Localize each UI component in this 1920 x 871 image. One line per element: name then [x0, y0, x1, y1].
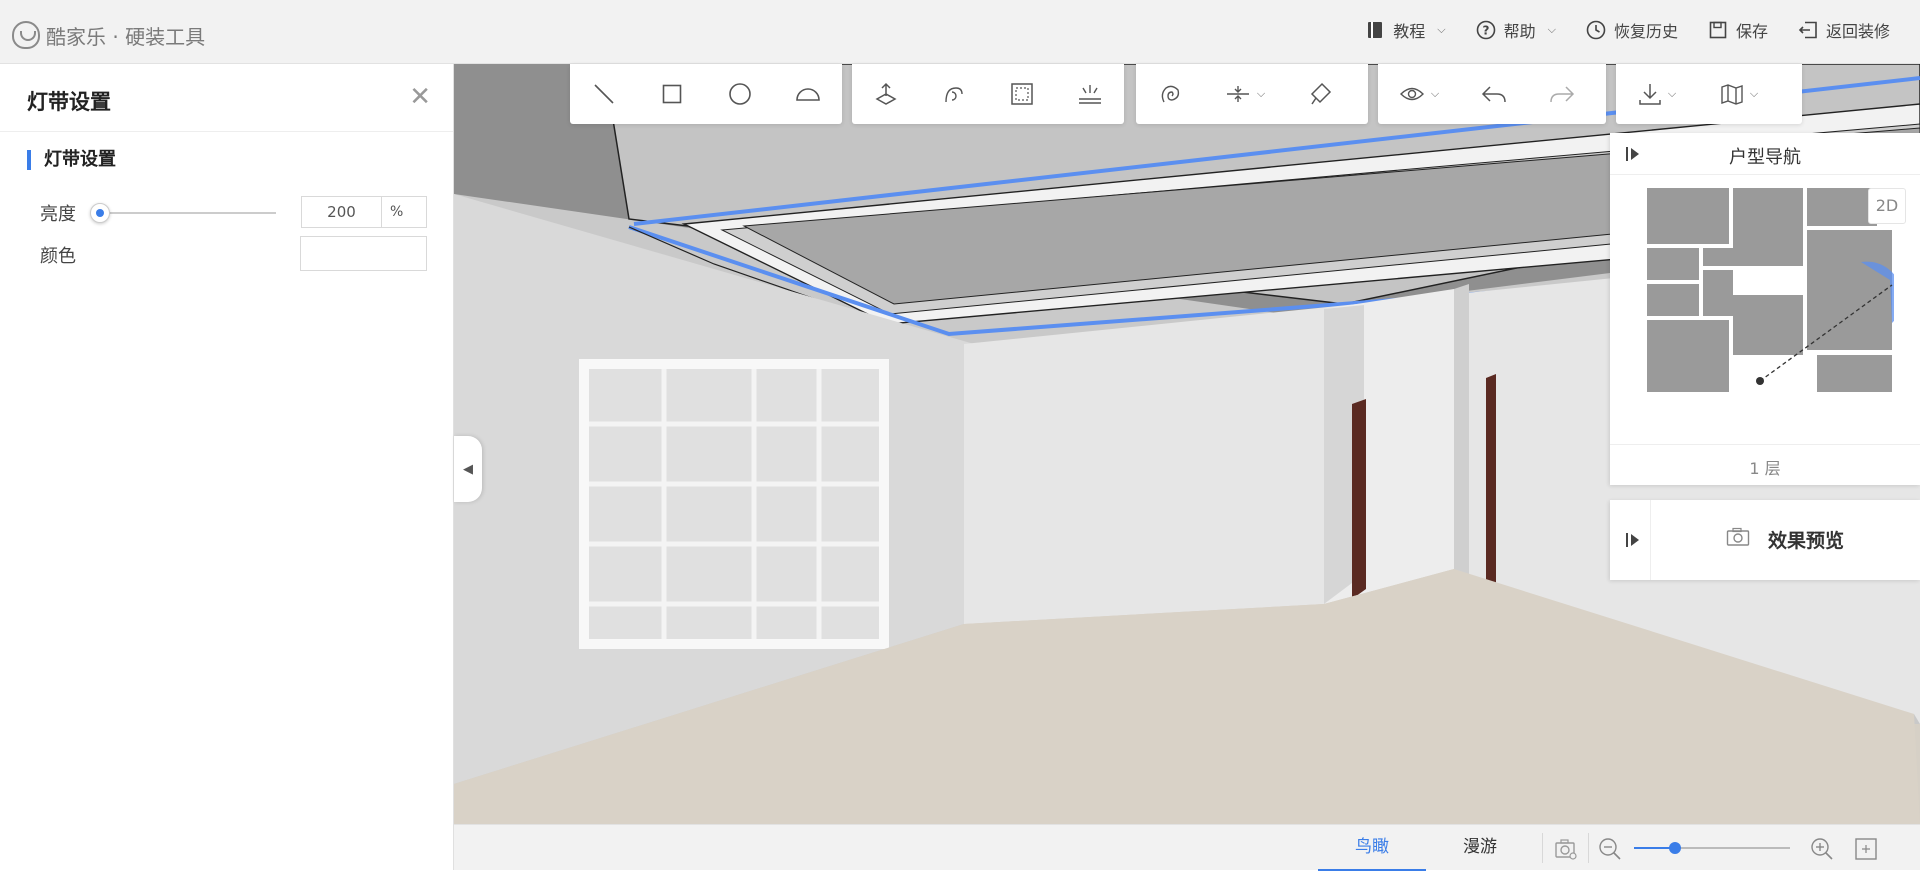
bottom-bar: 鸟瞰 漫游 [454, 824, 1920, 871]
chevron-down-icon: ⌵ [1437, 23, 1446, 36]
return-decoration-label: 返回装修 [1825, 22, 1890, 41]
restore-history-button[interactable]: 恢复历史 [1586, 18, 1678, 42]
zoom-slider-handle[interactable] [1668, 842, 1681, 854]
view-eye-icon[interactable]: ⌵ [1378, 64, 1460, 124]
camera-settings-icon[interactable] [1554, 837, 1578, 861]
panel-title: 灯带设置 [27, 90, 111, 114]
align-level-icon[interactable]: ⌵ [1204, 64, 1286, 124]
select-frame-icon[interactable] [988, 64, 1056, 124]
map-icon[interactable]: ⌵ [1698, 64, 1780, 124]
app-title: 酷家乐 · 硬装工具 [46, 24, 206, 49]
book-icon [1365, 20, 1385, 40]
toolbar-group-view: ⌵ [1378, 64, 1606, 124]
toolbar-group-edit [852, 64, 1124, 124]
brightness-value[interactable]: 200 [302, 197, 382, 227]
brightness-unit: % [390, 204, 404, 220]
brightness-input[interactable]: 200 % [301, 196, 427, 228]
brightness-slider-handle[interactable] [90, 203, 110, 223]
divider [1542, 833, 1543, 863]
chevron-down-icon: ⌵ [1749, 87, 1759, 100]
svg-text:?: ? [1482, 24, 1489, 38]
panel-header: 灯带设置 ✕ [0, 64, 453, 132]
extrude-icon[interactable] [852, 64, 920, 124]
effect-preview-label: 效果预览 [1768, 530, 1845, 552]
save-label: 保存 [1735, 22, 1768, 41]
line-tool-icon[interactable] [570, 64, 638, 124]
fit-view-icon[interactable] [1854, 837, 1878, 861]
navigator-title: 户型导航 [1729, 147, 1801, 168]
tab-birdseye[interactable]: 鸟瞰 [1318, 825, 1426, 871]
divider [1650, 500, 1651, 580]
light-strip-icon[interactable] [1056, 64, 1124, 124]
history-clock-icon [1586, 20, 1606, 40]
app-logo[interactable]: 酷家乐 · 硬装工具 [12, 20, 205, 50]
arc-tool-icon[interactable] [774, 64, 842, 124]
top-bar: 酷家乐 · 硬装工具 教程 ⌵ ? 帮助 ⌵ 恢复历史 保存 返回装修 [0, 0, 1920, 64]
zoom-slider[interactable] [1634, 842, 1790, 854]
toolbar-group-draw [570, 64, 842, 124]
undo-icon[interactable] [1460, 64, 1528, 124]
chevron-down-icon: ⌵ [1667, 87, 1677, 100]
effect-preview-panel: 效果预览 [1610, 500, 1920, 580]
tab-roam[interactable]: 漫游 [1426, 825, 1534, 871]
camera-icon [1726, 527, 1750, 552]
floorplan-minimap[interactable] [1644, 185, 1894, 395]
return-decoration-button[interactable]: 返回装修 [1798, 18, 1890, 42]
toolbar-group-shape: ⌵ [1136, 64, 1368, 124]
save-icon [1708, 20, 1728, 40]
save-button[interactable]: 保存 [1708, 18, 1768, 42]
expand-preview-icon[interactable] [1624, 531, 1642, 549]
toolbar-group-file: ⌵ ⌵ [1616, 64, 1802, 124]
restore-history-label: 恢复历史 [1613, 22, 1678, 41]
light-strip-settings-panel: 灯带设置 ✕ 灯带设置 亮度 200 % 颜色 [0, 64, 454, 870]
rotate-object-icon[interactable] [920, 64, 988, 124]
help-circle-icon: ? [1476, 20, 1496, 40]
tutorial-button[interactable]: 教程 ⌵ [1365, 18, 1446, 42]
zoom-in-icon[interactable] [1810, 837, 1834, 861]
exit-icon [1798, 20, 1818, 40]
help-label: 帮助 [1503, 22, 1536, 41]
collapse-left-panel-button[interactable]: ◀ [454, 436, 482, 502]
help-button[interactable]: ? 帮助 ⌵ [1476, 18, 1556, 42]
circle-tool-icon[interactable] [706, 64, 774, 124]
color-field[interactable] [300, 236, 427, 271]
top-actions: 教程 ⌵ ? 帮助 ⌵ 恢复历史 保存 返回装修 [1365, 18, 1890, 42]
color-label: 颜色 [40, 246, 76, 267]
clear-brush-icon[interactable] [1286, 64, 1354, 124]
2d-view-toggle[interactable]: 2D [1868, 188, 1906, 224]
shape-lasso-icon[interactable] [1136, 64, 1204, 124]
section-title: 灯带设置 [27, 150, 116, 170]
navigator-header: 户型导航 [1610, 133, 1920, 175]
zoom-out-icon[interactable] [1598, 837, 1622, 861]
chevron-down-icon: ⌵ [1256, 87, 1266, 100]
divider [1588, 833, 1589, 863]
brightness-label: 亮度 [40, 204, 76, 225]
redo-icon[interactable] [1528, 64, 1596, 124]
logo-mark-icon [12, 21, 40, 49]
rectangle-tool-icon[interactable] [638, 64, 706, 124]
effect-preview-button[interactable]: 效果预览 [1726, 526, 1844, 553]
floorplan-navigator: 户型导航 2D 1 层 [1610, 133, 1920, 485]
tutorial-label: 教程 [1393, 22, 1426, 41]
chevron-down-icon: ⌵ [1430, 87, 1440, 100]
brightness-slider-track[interactable] [100, 212, 276, 214]
floor-selector[interactable]: 1 层 [1610, 444, 1920, 479]
chevron-down-icon: ⌵ [1547, 23, 1556, 36]
close-icon[interactable]: ✕ [409, 84, 431, 110]
download-icon[interactable]: ⌵ [1616, 64, 1698, 124]
